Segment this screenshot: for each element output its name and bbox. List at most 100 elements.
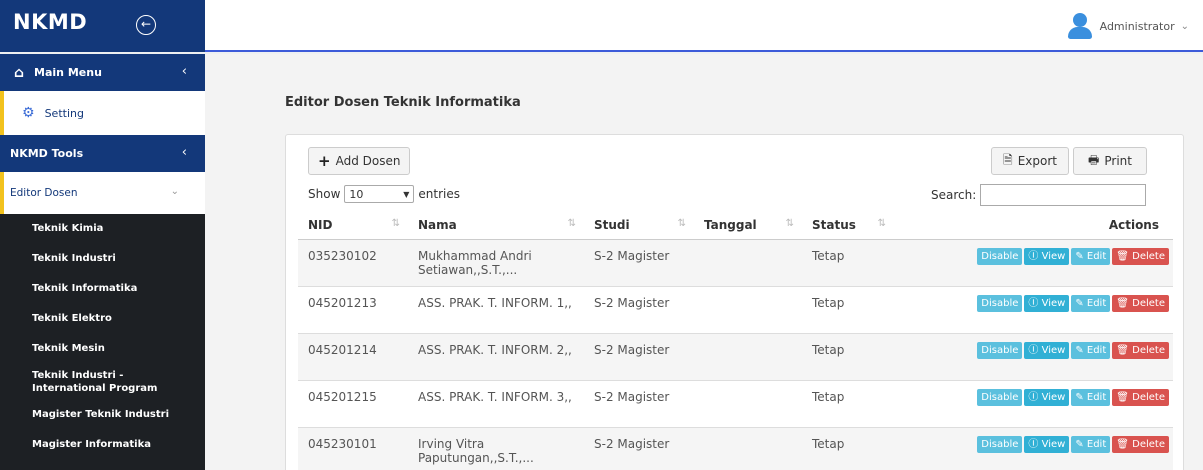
- brand-logo[interactable]: NKMD: [13, 10, 87, 34]
- delete-button[interactable]: 🗑 Delete: [1112, 247, 1169, 265]
- sidebar-item-teknik-elektro[interactable]: Teknik Elektro: [0, 304, 205, 334]
- edit-button[interactable]: ✎ Edit: [1071, 247, 1111, 265]
- sidebar-main-menu-label: Main Menu: [34, 66, 102, 79]
- disable-button[interactable]: Disable: [977, 388, 1023, 406]
- view-label: View: [1041, 391, 1066, 403]
- sidebar-item-magister-teknik-industri[interactable]: Magister Teknik Industri: [0, 400, 205, 430]
- show-label: Show: [308, 187, 341, 201]
- delete-label: Delete: [1132, 250, 1165, 262]
- chevron-left-icon: ‹: [181, 145, 187, 160]
- edit-label: Edit: [1086, 344, 1107, 356]
- cell-studi: S-2 Magister: [584, 379, 694, 427]
- cell-nid: 045201214: [298, 332, 408, 380]
- edit-button[interactable]: ✎ Edit: [1071, 435, 1111, 453]
- cell-status: Tetap: [802, 332, 894, 380]
- add-dosen-button[interactable]: + Add Dosen: [308, 147, 411, 175]
- cell-nama: Irving Vitra Paputungan,,S.T.,...: [408, 426, 584, 470]
- sidebar-item-teknik-mesin[interactable]: Teknik Mesin: [0, 334, 205, 364]
- cell-tanggal: [694, 379, 802, 427]
- view-icon: Ⓘ: [1028, 438, 1042, 450]
- cell-status: Tetap: [802, 285, 894, 333]
- column-header-status[interactable]: Status ⇅: [802, 211, 894, 240]
- print-button[interactable]: 🖶 Print: [1073, 147, 1147, 175]
- disable-button[interactable]: Disable: [977, 341, 1023, 359]
- page-title: Editor Dosen Teknik Informatika: [285, 95, 521, 110]
- cell-tanggal: [694, 285, 802, 333]
- column-header-actions[interactable]: Actions: [894, 211, 1173, 240]
- delete-icon: 🗑: [1116, 250, 1133, 262]
- view-button[interactable]: Ⓘ View: [1024, 341, 1070, 359]
- delete-icon: 🗑: [1116, 438, 1133, 450]
- cell-nid: 045201215: [298, 379, 408, 427]
- sidebar-tools-label: NKMD Tools: [10, 147, 84, 160]
- disable-button[interactable]: Disable: [977, 435, 1023, 453]
- export-button[interactable]: 🗎 Export: [991, 147, 1069, 175]
- edit-icon: ✎: [1075, 344, 1087, 356]
- chevron-down-icon: ⌄: [170, 186, 179, 197]
- main-content: Editor Dosen Teknik Informatika + Add Do…: [205, 54, 1203, 470]
- export-icon: 🗎: [1003, 152, 1013, 167]
- sidebar-item-setting[interactable]: ⚙ Setting: [0, 91, 205, 135]
- sidebar-item-teknik-industri[interactable]: Teknik Industri: [0, 244, 205, 274]
- sidebar-nkmd-tools[interactable]: NKMD Tools ‹: [0, 135, 205, 172]
- disable-label: Disable: [981, 297, 1019, 309]
- view-label: View: [1041, 297, 1066, 309]
- delete-icon: 🗑: [1116, 391, 1133, 403]
- view-icon: Ⓘ: [1028, 391, 1042, 403]
- sidebar-toggle-icon[interactable]: ←: [136, 15, 156, 35]
- edit-icon: ✎: [1075, 250, 1087, 262]
- delete-label: Delete: [1132, 344, 1165, 356]
- sort-icon: ⇅: [677, 218, 686, 229]
- view-button[interactable]: Ⓘ View: [1024, 294, 1070, 312]
- view-label: View: [1041, 250, 1066, 262]
- search-input[interactable]: [980, 184, 1147, 206]
- sort-icon: ⇅: [785, 218, 794, 229]
- delete-button[interactable]: 🗑 Delete: [1112, 341, 1169, 359]
- edit-button[interactable]: ✎ Edit: [1071, 388, 1111, 406]
- sort-icon: ⇅: [567, 218, 576, 229]
- disable-label: Disable: [981, 391, 1019, 403]
- sort-asc-icon: ⇅: [391, 218, 400, 229]
- view-button[interactable]: Ⓘ View: [1024, 435, 1070, 453]
- cell-studi: S-2 Magister: [584, 285, 694, 333]
- table-row: 045201214 ASS. PRAK. T. INFORM. 2,, S-2 Ma…: [298, 332, 1173, 380]
- sidebar: ⌂ Main Menu ‹ ⚙ Setting NKMD Tools ‹ Edi…: [0, 54, 205, 470]
- gear-icon: ⚙: [22, 105, 35, 121]
- entries-label: entries: [418, 187, 460, 201]
- cell-tanggal: [694, 238, 802, 286]
- sidebar-item-magister-informatika[interactable]: Magister Informatika: [0, 430, 205, 460]
- edit-button[interactable]: ✎ Edit: [1071, 294, 1111, 312]
- disable-button[interactable]: Disable: [977, 294, 1023, 312]
- view-button[interactable]: Ⓘ View: [1024, 388, 1070, 406]
- sidebar-item-teknik-industri-international[interactable]: Teknik Industri - International Program: [0, 364, 190, 400]
- delete-button[interactable]: 🗑 Delete: [1112, 388, 1169, 406]
- view-label: View: [1041, 344, 1066, 356]
- edit-icon: ✎: [1075, 438, 1087, 450]
- user-menu[interactable]: Administrator ⌄: [1066, 12, 1189, 40]
- column-header-nid[interactable]: NID ⇅: [298, 211, 408, 240]
- cell-studi: S-2 Magister: [584, 238, 694, 286]
- cell-actions: Disable Ⓘ View ✎ Edit 🗑 Delete: [894, 238, 1173, 286]
- edit-button[interactable]: ✎ Edit: [1071, 341, 1111, 359]
- sidebar-item-teknik-kimia[interactable]: Teknik Kimia: [0, 214, 205, 244]
- view-button[interactable]: Ⓘ View: [1024, 247, 1070, 265]
- cell-nid: 035230102: [298, 238, 408, 286]
- column-header-nama[interactable]: Nama ⇅: [408, 211, 584, 240]
- table-row: 045201215 ASS. PRAK. T. INFORM. 3,, S-2 Ma…: [298, 379, 1173, 427]
- entries-select[interactable]: 10 ▼: [344, 185, 415, 203]
- cell-status: Tetap: [802, 238, 894, 286]
- disable-button[interactable]: Disable: [977, 247, 1023, 265]
- sidebar-item-editor-dosen[interactable]: Editor Dosen ⌄: [0, 172, 205, 214]
- sidebar-item-teknik-informatika[interactable]: Teknik Informatika: [0, 274, 205, 304]
- export-label: Export: [1017, 154, 1057, 168]
- chevron-down-icon: ⌄: [1180, 20, 1189, 32]
- column-header-studi[interactable]: Studi ⇅: [584, 211, 694, 240]
- cell-status: Tetap: [802, 426, 894, 470]
- column-header-tanggal[interactable]: Tanggal ⇅: [694, 211, 802, 240]
- edit-label: Edit: [1086, 391, 1107, 403]
- delete-label: Delete: [1132, 391, 1165, 403]
- delete-button[interactable]: 🗑 Delete: [1112, 294, 1169, 312]
- cell-status: Tetap: [802, 379, 894, 427]
- delete-button[interactable]: 🗑 Delete: [1112, 435, 1169, 453]
- sidebar-main-menu[interactable]: ⌂ Main Menu ‹: [0, 54, 205, 91]
